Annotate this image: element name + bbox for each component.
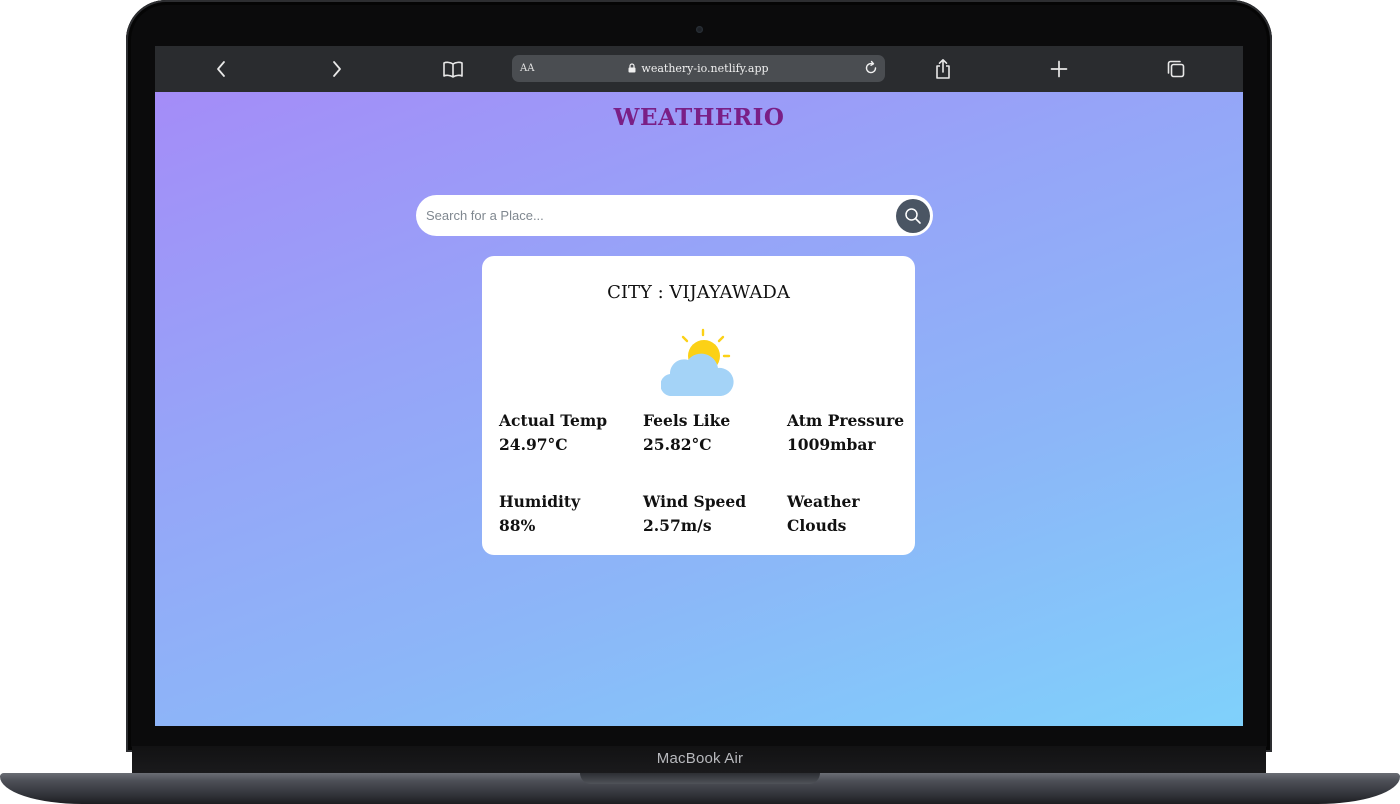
stat-value: 1009mbar xyxy=(787,435,876,454)
stat-weather: Weather Clouds xyxy=(787,490,860,538)
stat-actual-temp: Actual Temp 24.97°C xyxy=(499,409,607,457)
city-name: CITY : VIJAYAWADA xyxy=(607,282,790,303)
search-icon xyxy=(905,208,921,224)
stat-value: 24.97°C xyxy=(499,435,568,454)
device-label: MacBook Air xyxy=(656,750,744,767)
search-button[interactable] xyxy=(896,199,930,233)
forward-button[interactable] xyxy=(325,46,349,92)
weather-card: CITY : VIJAYAWADA Actual Temp 24.97°C Fe… xyxy=(482,256,915,555)
stat-feels-like: Feels Like 25.82°C xyxy=(643,409,730,457)
stat-label: Weather xyxy=(787,492,860,511)
camera-icon xyxy=(696,26,703,33)
share-button[interactable] xyxy=(932,46,954,92)
stat-wind-speed: Wind Speed 2.57m/s xyxy=(643,490,746,538)
book-icon xyxy=(443,61,463,78)
share-icon xyxy=(936,59,950,79)
browser-toolbar: AA weathery-io.netlify.app xyxy=(155,46,1243,92)
back-button[interactable] xyxy=(209,46,233,92)
chevron-right-icon xyxy=(333,61,341,77)
stat-value: 2.57m/s xyxy=(643,516,712,535)
stat-label: Atm Pressure xyxy=(787,411,905,430)
stat-value: Clouds xyxy=(787,516,847,535)
search-bar xyxy=(416,195,933,236)
laptop-notch xyxy=(580,773,820,784)
stat-label: Feels Like xyxy=(643,411,731,430)
weather-page: WEATHERIO CITY : VIJAYAWADA xyxy=(155,92,1243,726)
stat-atm-pressure: Atm Pressure 1009mbar xyxy=(787,409,904,457)
new-tab-button[interactable] xyxy=(1048,46,1070,92)
stat-label: Actual Temp xyxy=(499,411,608,430)
search-input[interactable] xyxy=(426,195,886,236)
laptop-mockup: AA weathery-io.netlify.app WEATHERIO Sea… xyxy=(0,0,1400,804)
app-title: WEATHERIO xyxy=(613,104,785,131)
chevron-left-icon xyxy=(217,61,225,77)
stat-label: Wind Speed xyxy=(643,492,747,511)
lock-icon xyxy=(628,63,636,73)
url-text: weathery-io.netlify.app xyxy=(641,62,769,75)
stat-label: Humidity xyxy=(499,492,581,511)
tabs-icon xyxy=(1167,60,1185,78)
browser-window: AA weathery-io.netlify.app WEATHERIO Sea… xyxy=(155,46,1243,726)
reload-icon[interactable] xyxy=(863,60,879,76)
address-bar[interactable]: AA weathery-io.netlify.app xyxy=(512,55,885,82)
plus-icon xyxy=(1050,60,1068,78)
bookmarks-button[interactable] xyxy=(440,46,466,92)
tabs-button[interactable] xyxy=(1165,46,1187,92)
stat-value: 88% xyxy=(499,516,536,535)
stat-value: 25.82°C xyxy=(643,435,712,454)
partly-cloudy-icon xyxy=(661,328,734,396)
stat-humidity: Humidity 88% xyxy=(499,490,580,538)
url-display[interactable]: weathery-io.netlify.app xyxy=(512,55,885,82)
